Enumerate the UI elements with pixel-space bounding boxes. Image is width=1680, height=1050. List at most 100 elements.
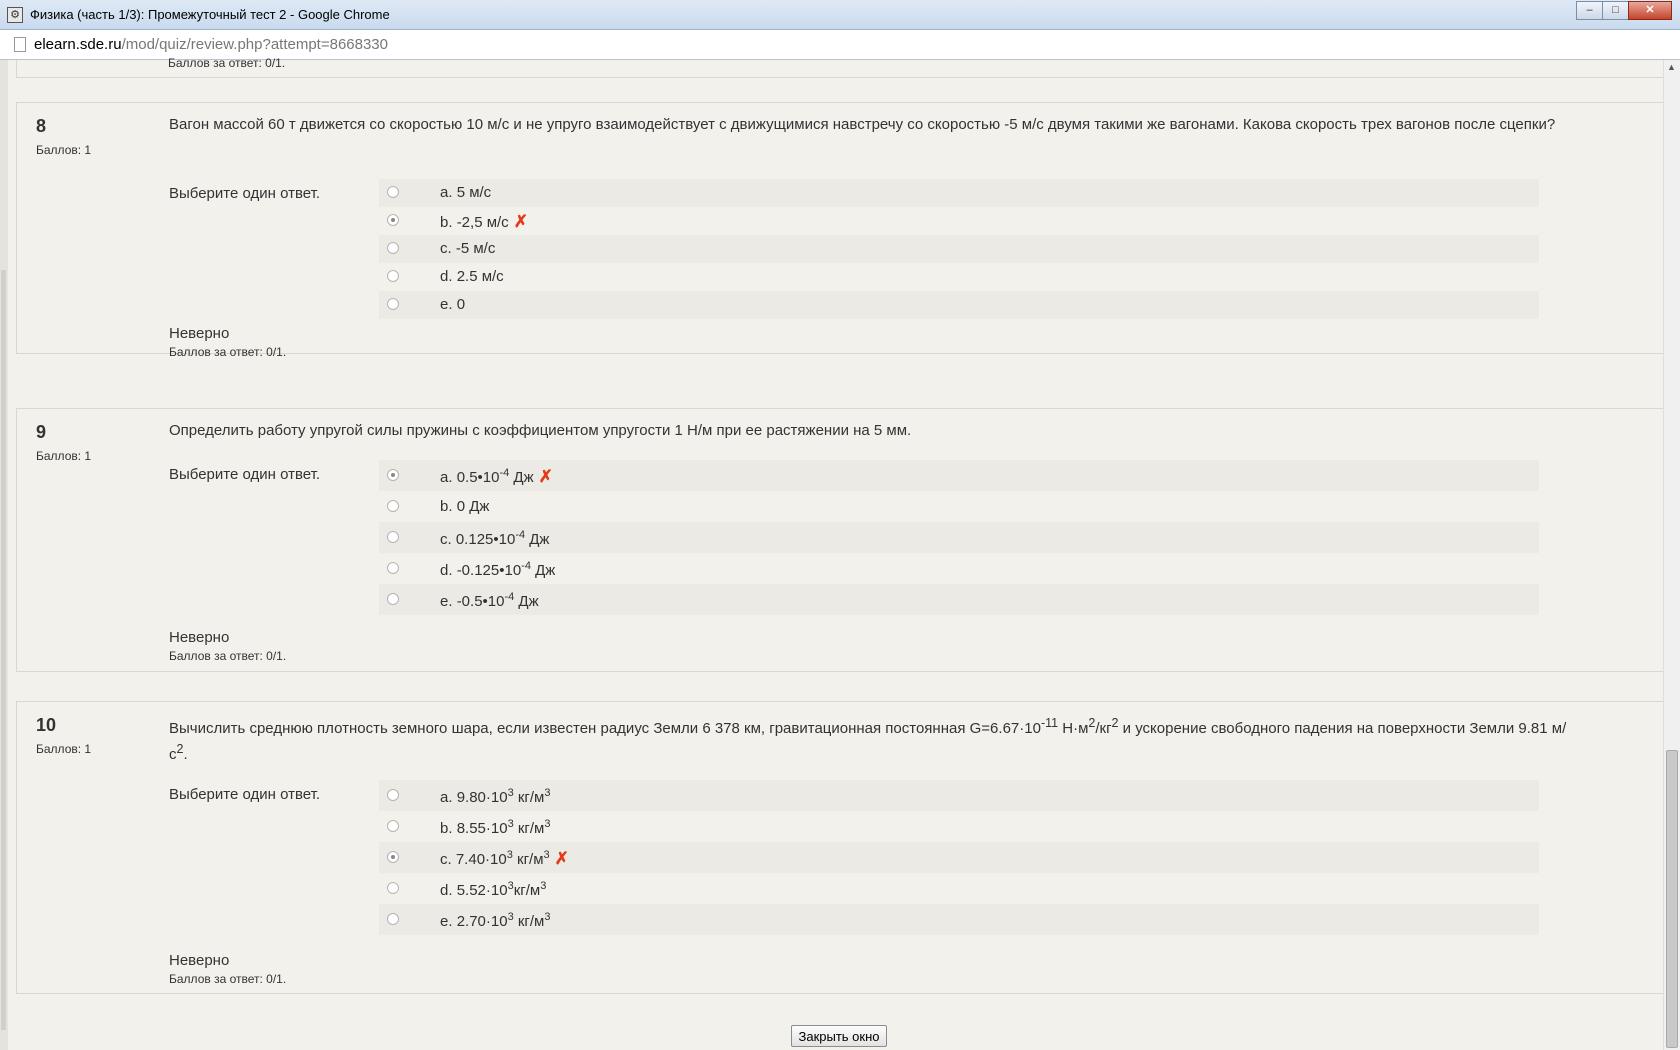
- answer-exponent: -4: [504, 591, 515, 603]
- question-number: 10: [36, 715, 57, 735]
- answer-text: 2.5 м/с: [456, 268, 504, 285]
- question-8: 8 Баллов: 1 Вагон массой 60 т движется с…: [16, 102, 1664, 359]
- answer-option[interactable]: e. -0.5•10-4 Дж: [379, 584, 1539, 615]
- question-9: 9 Баллов: 1 Определить работу упругой си…: [16, 408, 1664, 672]
- answer-option[interactable]: b. 0 Дж: [379, 491, 1539, 522]
- answer-radio[interactable]: [387, 593, 399, 605]
- answer-radio[interactable]: [387, 500, 399, 512]
- answer-option[interactable]: e. 0: [379, 291, 1539, 319]
- question-text-part: Н·м: [1058, 720, 1089, 737]
- question-text-part: Вычислить среднюю плотность земного шара…: [169, 720, 1041, 737]
- answer-letter: d.: [440, 562, 453, 579]
- answer-radio[interactable]: [387, 820, 399, 832]
- answer-text: 5.52·10: [456, 882, 508, 899]
- question-text-sup: -11: [1040, 716, 1059, 730]
- maximize-button[interactable]: □: [1602, 1, 1629, 20]
- close-window-page-button[interactable]: Закрыть окно: [791, 1025, 887, 1047]
- question-grade: Баллов: 1: [36, 143, 92, 157]
- answer-text: кг/м: [513, 913, 545, 930]
- window-titlebar: ⚙ Физика (часть 1/3): Промежуточный тест…: [0, 0, 1680, 30]
- answer-radio[interactable]: [387, 851, 399, 863]
- answer-radio[interactable]: [387, 882, 399, 894]
- answer-label: d. 5.52·103кг/м3: [440, 880, 546, 899]
- answer-option[interactable]: a. 5 м/с: [379, 179, 1539, 207]
- answer-option[interactable]: d. 5.52·103кг/м3: [379, 873, 1539, 904]
- answer-option[interactable]: e. 2.70·103 кг/м3: [379, 904, 1539, 935]
- answer-radio[interactable]: [387, 469, 399, 481]
- answer-option[interactable]: d. 2.5 м/с: [379, 263, 1539, 291]
- answer-radio[interactable]: [387, 214, 399, 226]
- question-grade: Баллов: 1: [36, 742, 92, 756]
- answer-radio[interactable]: [387, 242, 399, 254]
- answer-text: 0 Дж: [456, 498, 490, 515]
- incorrect-mark-icon: ✗: [513, 212, 528, 231]
- window-controls: – □ ✕: [1576, 1, 1672, 20]
- answer-option[interactable]: c. 7.40·103 кг/м3 ✗: [379, 842, 1539, 873]
- answer-text: 0: [456, 296, 466, 313]
- answer-label: c. 0.125•10-4 Дж: [440, 529, 549, 548]
- answer-radio[interactable]: [387, 562, 399, 574]
- question-text-part: /кг: [1095, 720, 1112, 737]
- url-text[interactable]: elearn.sde.ru/mod/quiz/review.php?attemp…: [34, 36, 388, 53]
- answer-text: -2,5 м/с: [456, 214, 509, 231]
- answer-text: 0.5•10: [456, 469, 500, 486]
- answer-option[interactable]: a. 9.80·103 кг/м3: [379, 780, 1539, 811]
- answer-text: 5 м/с: [456, 184, 492, 201]
- answer-text: -0.5•10: [456, 593, 505, 610]
- answer-prompt: Выберите один ответ.: [169, 786, 320, 803]
- answer-radio[interactable]: [387, 789, 399, 801]
- answer-label: b. -2,5 м/с ✗: [440, 212, 528, 232]
- answer-letter: b.: [440, 820, 453, 837]
- vertical-scrollbar[interactable]: ▲: [1663, 60, 1680, 1050]
- answer-label: e. -0.5•10-4 Дж: [440, 591, 539, 610]
- scroll-up-arrow-icon[interactable]: ▲: [1667, 62, 1676, 72]
- answer-letter: b.: [440, 498, 453, 515]
- question-outcome: Неверно: [169, 952, 230, 969]
- question-number: 9: [36, 422, 47, 442]
- question-text: Вычислить среднюю плотность земного шара…: [169, 713, 1569, 765]
- answer-prompt: Выберите один ответ.: [169, 466, 320, 483]
- answer-option[interactable]: b. -2,5 м/с ✗: [379, 207, 1539, 235]
- answer-letter: e.: [440, 913, 453, 930]
- answer-radio[interactable]: [387, 186, 399, 198]
- answer-option[interactable]: b. 8.55·103 кг/м3: [379, 811, 1539, 842]
- left-edge-thumb: [1, 270, 6, 1030]
- answer-label: d. -0.125•10-4 Дж: [440, 560, 555, 579]
- answer-radio[interactable]: [387, 298, 399, 310]
- answer-text: Дж: [509, 469, 534, 486]
- question-text-sup: 2: [1111, 716, 1119, 730]
- answer-text: 7.40·10: [455, 851, 507, 868]
- answer-label: a. 5 м/с: [440, 184, 491, 201]
- answer-label: e. 2.70·103 кг/м3: [440, 911, 551, 930]
- question-outcome: Неверно: [169, 325, 230, 342]
- chrome-app-icon[interactable]: ⚙: [7, 7, 23, 23]
- scrollbar-thumb[interactable]: [1666, 750, 1678, 1048]
- answer-exponent: -4: [499, 467, 510, 479]
- page-icon: [14, 37, 26, 52]
- answer-letter: c.: [440, 851, 452, 868]
- incorrect-mark-icon: ✗: [554, 849, 569, 868]
- answer-option[interactable]: c. 0.125•10-4 Дж: [379, 522, 1539, 553]
- answer-label: a. 9.80·103 кг/м3: [440, 787, 551, 806]
- answer-radio[interactable]: [387, 913, 399, 925]
- answer-option[interactable]: c. -5 м/с: [379, 235, 1539, 263]
- answer-list: a. 5 м/с b. -2,5 м/с ✗ c. -5 м/с d. 2.5 м/с e…: [379, 179, 1539, 319]
- answer-letter: a.: [440, 184, 453, 201]
- minimize-button[interactable]: –: [1576, 1, 1603, 20]
- answer-letter: d.: [440, 882, 453, 899]
- question-10: 10 Баллов: 1 Вычислить среднюю плотность…: [16, 701, 1664, 994]
- answer-option[interactable]: d. -0.125•10-4 Дж: [379, 553, 1539, 584]
- answer-radio[interactable]: [387, 270, 399, 282]
- answer-text: 9.80·10: [456, 789, 508, 806]
- question-outcome: Неверно: [169, 629, 230, 646]
- previous-question-tail: Баллов за ответ: 0/1.: [16, 56, 1664, 78]
- question-marks: Баллов за ответ: 0/1.: [169, 345, 287, 359]
- question-grade: Баллов: 1: [36, 449, 92, 463]
- answer-radio[interactable]: [387, 531, 399, 543]
- incorrect-mark-icon: ✗: [538, 467, 553, 486]
- question-text: Вагон массой 60 т движется со скоростью …: [169, 116, 1556, 133]
- answer-text: кг/м: [513, 789, 545, 806]
- answer-text: 8.55·10: [456, 820, 508, 837]
- answer-option[interactable]: a. 0.5•10-4 Дж ✗: [379, 460, 1539, 491]
- close-window-button[interactable]: ✕: [1628, 1, 1672, 20]
